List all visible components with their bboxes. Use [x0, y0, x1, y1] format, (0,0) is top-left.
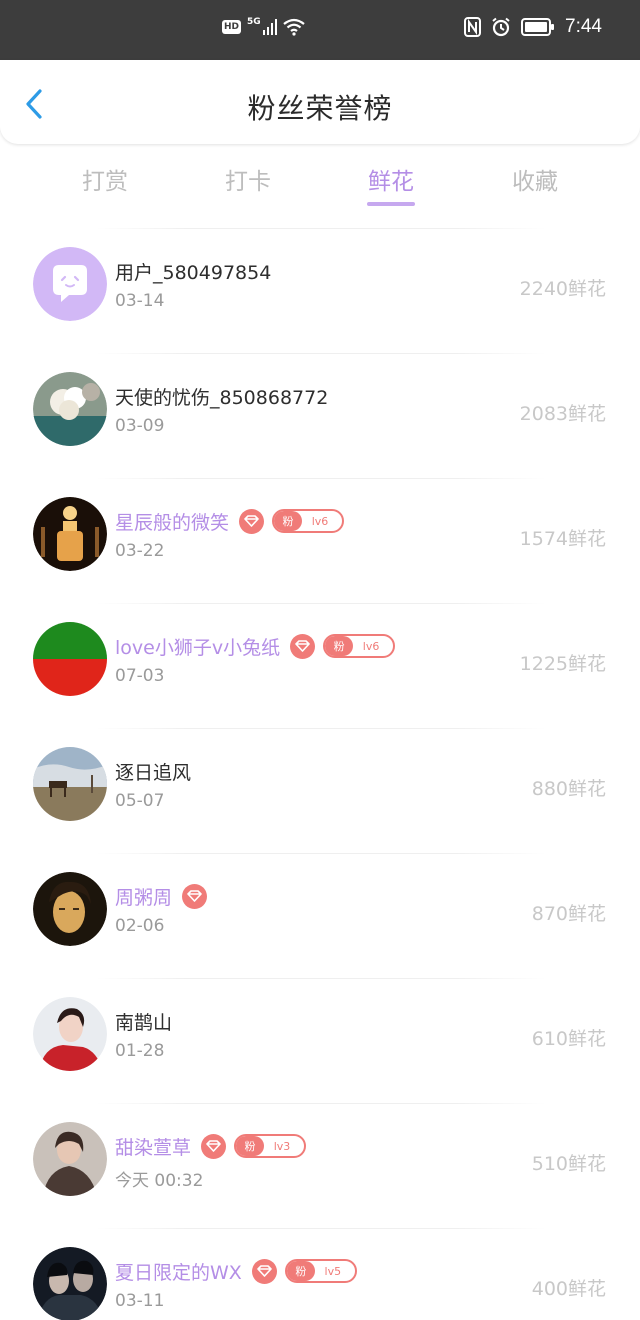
- row-date: 03-11: [115, 1291, 165, 1311]
- tab-tip[interactable]: 打赏: [45, 162, 165, 196]
- page-title: 粉丝荣誉榜: [247, 92, 393, 125]
- list-item[interactable]: 天使的忧伤_850868772 03-09 2083鲜花: [0, 353, 640, 478]
- flower-count: 1225鲜花: [519, 653, 606, 675]
- fan-badge-char: 粉: [286, 1261, 315, 1281]
- wifi-icon: [282, 18, 305, 36]
- list-item[interactable]: love小狮子v小兔纸 粉 lv6 07-03 1225鲜花: [0, 603, 640, 728]
- username: 夏日限定的WX: [115, 1261, 242, 1284]
- status-left-icons: HD 5G: [222, 17, 305, 36]
- username: love小狮子v小兔纸: [115, 636, 281, 659]
- row-divider: [96, 353, 546, 354]
- flower-count: 2083鲜花: [519, 403, 606, 425]
- nav-header: 粉丝荣誉榜: [0, 60, 640, 144]
- status-time: 7:44: [565, 16, 602, 37]
- row-date: 07-03: [115, 666, 165, 686]
- row-date: 今天 00:32: [115, 1171, 204, 1191]
- row-date: 01-28: [115, 1041, 165, 1061]
- row-date: 03-22: [115, 541, 165, 561]
- status-right-icons: 7:44: [464, 16, 602, 38]
- username: 星辰般的微笑: [115, 511, 230, 534]
- avatar[interactable]: [33, 372, 107, 446]
- flower-count: 1574鲜花: [519, 528, 606, 550]
- status-bar: HD 5G 7:44: [0, 0, 640, 60]
- fan-level-badge: 粉 lv6: [272, 509, 345, 533]
- list-item[interactable]: 用户_580497854 03-14 2240鲜花: [0, 228, 640, 353]
- diamond-badge-icon: [239, 508, 265, 534]
- hd-icon: HD: [222, 20, 242, 34]
- battery-icon: [521, 18, 555, 36]
- active-tab-indicator: [367, 202, 415, 206]
- username: 甜染萱草: [115, 1136, 192, 1159]
- list-item[interactable]: 南鹊山 01-28 610鲜花: [0, 978, 640, 1103]
- row-divider: [96, 478, 546, 479]
- flower-count: 610鲜花: [531, 1028, 606, 1050]
- row-divider: [96, 1103, 546, 1104]
- network-type-label: 5G: [247, 17, 261, 27]
- fan-level: lv6: [362, 639, 380, 653]
- tab-collect[interactable]: 收藏: [475, 162, 595, 196]
- diamond-badge-icon: [290, 633, 316, 659]
- avatar[interactable]: [33, 1122, 107, 1196]
- fan-level-badge: 粉 lv3: [234, 1134, 307, 1158]
- diamond-badge-icon: [182, 883, 208, 909]
- avatar[interactable]: [33, 872, 107, 946]
- fan-badge-char: 粉: [236, 1136, 265, 1156]
- list-item[interactable]: 周粥周 02-06 870鲜花: [0, 853, 640, 978]
- avatar[interactable]: [33, 497, 107, 571]
- fan-level: lv5: [324, 1264, 342, 1278]
- tab-flowers[interactable]: 鲜花: [331, 162, 451, 196]
- username: 南鹊山: [115, 1011, 173, 1034]
- list-item[interactable]: 夏日限定的WX 粉 lv5 03-11 400鲜花: [0, 1228, 640, 1320]
- tab-bar: 打赏 打卡 鲜花 收藏: [0, 150, 640, 212]
- fan-badge-char: 粉: [274, 511, 303, 531]
- flower-count: 400鲜花: [531, 1278, 606, 1300]
- alarm-icon: [492, 17, 510, 37]
- username: 用户_580497854: [115, 261, 272, 284]
- diamond-badge-icon: [201, 1133, 227, 1159]
- flower-count: 870鲜花: [531, 903, 606, 925]
- row-date: 03-14: [115, 291, 165, 311]
- avatar[interactable]: [33, 997, 107, 1071]
- fan-level-badge: 粉 lv6: [323, 634, 396, 658]
- row-divider: [96, 1228, 546, 1229]
- fan-badge-char: 粉: [325, 636, 354, 656]
- flower-count: 880鲜花: [531, 778, 606, 800]
- username: 逐日追风: [115, 761, 192, 784]
- row-divider: [96, 853, 546, 854]
- list-item[interactable]: 星辰般的微笑 粉 lv6 03-22 1574鲜花: [0, 478, 640, 603]
- list-item[interactable]: 逐日追风 05-07 880鲜花: [0, 728, 640, 853]
- username: 周粥周: [115, 886, 173, 909]
- row-date: 03-09: [115, 416, 165, 436]
- row-divider: [96, 603, 546, 604]
- fan-level: lv3: [273, 1139, 291, 1153]
- list-item[interactable]: 甜染萱草 粉 lv3 今天 00:32 510鲜花: [0, 1103, 640, 1228]
- avatar[interactable]: [33, 622, 107, 696]
- row-divider: [96, 978, 546, 979]
- row-divider: [96, 228, 546, 229]
- avatar[interactable]: [33, 1247, 107, 1320]
- fan-level: lv6: [311, 514, 329, 528]
- signal-icon: [262, 19, 277, 35]
- row-divider: [96, 728, 546, 729]
- row-date: 02-06: [115, 916, 165, 936]
- flower-count: 510鲜花: [531, 1153, 606, 1175]
- nfc-icon: [464, 17, 482, 37]
- row-date: 05-07: [115, 791, 165, 811]
- flower-count: 2240鲜花: [519, 278, 606, 300]
- avatar[interactable]: [33, 247, 107, 321]
- tab-checkin[interactable]: 打卡: [188, 162, 308, 196]
- fan-level-badge: 粉 lv5: [284, 1259, 357, 1283]
- avatar[interactable]: [33, 747, 107, 821]
- diamond-badge-icon: [251, 1258, 277, 1284]
- username: 天使的忧伤_850868772: [115, 386, 329, 409]
